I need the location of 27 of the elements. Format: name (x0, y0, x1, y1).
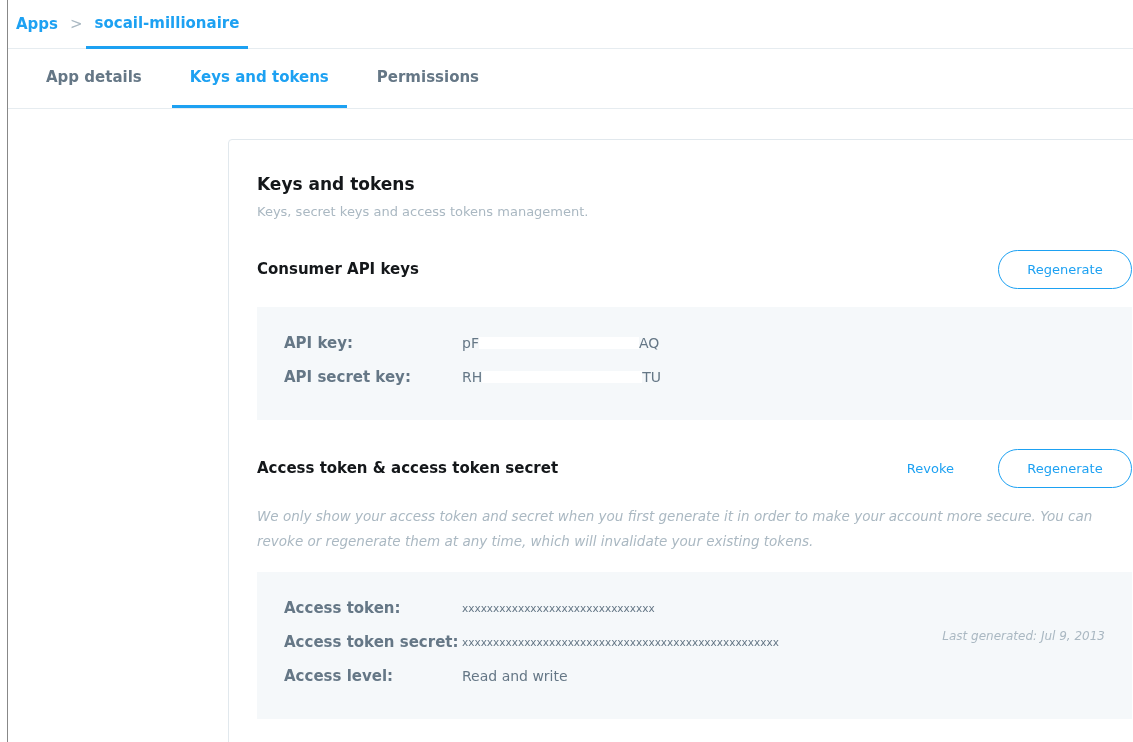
breadcrumb-separator: > (69, 14, 84, 35)
field-label: Access level: (284, 667, 395, 685)
card-subtitle: Keys, secret keys and access tokens management. (257, 204, 590, 219)
regenerate-button[interactable]: Regenerate (998, 448, 1132, 488)
last-generated-note: Last generated: Jul 9, 2013 (942, 629, 1105, 643)
field-value: TU (642, 369, 662, 385)
card-title: Keys and tokens (257, 174, 416, 194)
field-value: pF (462, 335, 479, 351)
breadcrumb-link[interactable]: Apps (16, 0, 58, 48)
field-value: AQ (638, 335, 660, 351)
section-title: Consumer API keys (257, 260, 420, 278)
field-value: xxxxxxxxxxxxxxxxxxxxxxxxxxxxxxxxxxxxxxxxxxxxxxxxxxx (462, 636, 779, 648)
field-label: Access token: (284, 599, 402, 617)
field-value: Read and write (462, 668, 568, 684)
field-label: API key: (284, 334, 354, 352)
regenerate-button[interactable]: Regenerate (998, 249, 1132, 289)
revoke-link[interactable]: Revoke (906, 460, 954, 476)
field-value: RH (462, 369, 483, 385)
tab[interactable]: App details (28, 49, 160, 108)
field-label: Access token secret: (284, 633, 460, 651)
field-value: xxxxxxxxxxxxxxxxxxxxxxxxxxxxxxx (462, 602, 655, 614)
tab[interactable]: Permissions (358, 49, 498, 108)
field-label: API secret key: (284, 368, 412, 386)
breadcrumb-current[interactable]: socail-millionaire (85, 0, 249, 49)
section-title: Access token & access token secret (257, 459, 560, 477)
section-description: We only show your access token and secret when you first generate it in order to make your account more secure. You can revoke or regenerate them at any time, which will invalidate your existing tokens. (257, 507, 1094, 551)
tab[interactable]: Keys and tokens (171, 49, 347, 108)
